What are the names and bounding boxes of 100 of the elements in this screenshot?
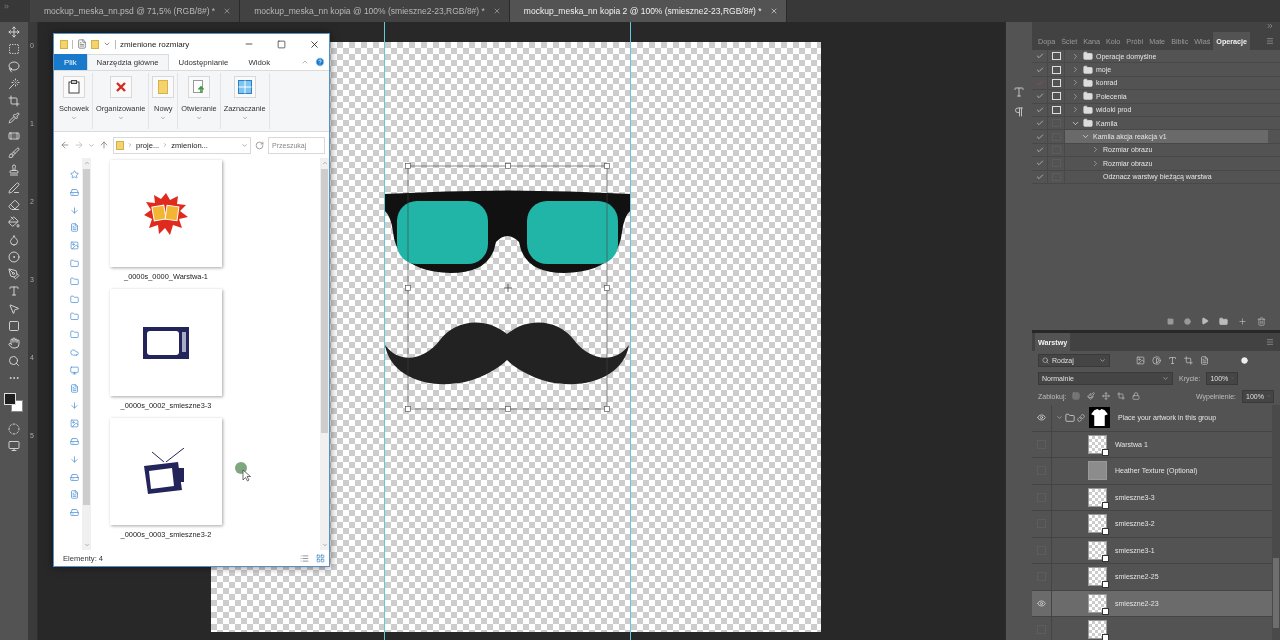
menu-icon[interactable] — [1266, 37, 1274, 45]
lock-artboard-icon[interactable] — [1117, 392, 1126, 400]
maximize-icon[interactable] — [277, 39, 286, 49]
folder-icon[interactable] — [70, 312, 79, 322]
document-icon[interactable] — [70, 383, 79, 393]
lock-pixels-icon[interactable] — [1072, 392, 1081, 400]
check-icon[interactable] — [1035, 119, 1044, 128]
chevron-right-icon[interactable] — [1091, 145, 1100, 155]
record-icon[interactable] — [1184, 317, 1191, 325]
check-icon[interactable] — [1035, 78, 1044, 87]
check-icon[interactable] — [1035, 172, 1044, 181]
drop-icon[interactable] — [8, 233, 20, 246]
caret-icon[interactable] — [195, 115, 202, 121]
chevron-right-icon[interactable] — [162, 142, 169, 148]
chevron-right-icon[interactable] — [1091, 158, 1100, 168]
bandage-icon[interactable] — [8, 129, 20, 142]
caret-icon[interactable] — [103, 40, 111, 48]
check-icon[interactable] — [1035, 52, 1044, 61]
refresh-icon[interactable] — [255, 140, 264, 150]
type-filter-icon[interactable] — [1168, 355, 1177, 365]
check-icon[interactable] — [1035, 92, 1044, 101]
move-icon[interactable] — [8, 26, 20, 38]
file-thumbnail[interactable] — [110, 418, 222, 525]
history-brush-icon[interactable] — [8, 181, 20, 194]
scroll-down-icon[interactable] — [83, 542, 90, 548]
document-tab[interactable]: mockup_meska_nn.psd @ 71,5% (RGB/8#) * — [30, 0, 241, 22]
tiles-view-icon[interactable] — [316, 553, 325, 563]
collapse-icon[interactable] — [1266, 22, 1274, 30]
crop-icon[interactable] — [8, 95, 20, 108]
help-icon[interactable] — [315, 57, 325, 67]
pointer-icon[interactable] — [8, 302, 20, 315]
scroll-up-icon[interactable] — [83, 160, 90, 166]
check-icon[interactable] — [1035, 65, 1044, 74]
recent-caret-icon[interactable] — [88, 141, 95, 149]
caret-icon[interactable] — [241, 141, 248, 149]
folder-icon[interactable] — [70, 276, 79, 286]
document-tab[interactable]: mockup_meska_nn kopia 2 @ 100% (smieszne2-23,RGB/8#) * — [509, 0, 787, 22]
lock-position-icon[interactable] — [1102, 392, 1111, 400]
pixel-filter-icon[interactable] — [1136, 355, 1145, 365]
scroll-down-icon[interactable] — [321, 542, 328, 548]
chevron-right-icon[interactable] — [1071, 78, 1080, 88]
new-action-icon[interactable] — [1238, 316, 1247, 326]
collapse-icon[interactable] — [3, 3, 10, 10]
type-tool-icon[interactable] — [8, 285, 20, 298]
drive-icon[interactable] — [70, 472, 79, 482]
drive-icon[interactable] — [70, 187, 79, 197]
check-icon[interactable] — [1035, 105, 1044, 114]
chevron-right-icon[interactable] — [1071, 51, 1080, 61]
magic-wand-icon[interactable] — [8, 77, 20, 90]
folder-icon[interactable] — [1219, 316, 1228, 326]
brush-icon[interactable] — [8, 147, 20, 160]
eraser-icon[interactable] — [8, 198, 20, 211]
back-icon[interactable] — [60, 140, 70, 150]
caret-icon[interactable] — [1099, 356, 1106, 364]
lasso-icon[interactable] — [8, 60, 20, 73]
lock-paint-icon[interactable] — [1087, 392, 1096, 400]
image-icon[interactable] — [70, 419, 79, 429]
forward-icon[interactable] — [74, 140, 84, 150]
hand-icon[interactable] — [8, 337, 20, 350]
document-icon[interactable] — [70, 490, 79, 500]
up-icon[interactable] — [99, 140, 109, 150]
paragraph-panel-icon[interactable] — [1013, 106, 1025, 118]
eye-icon[interactable] — [1037, 598, 1046, 608]
download-icon[interactable] — [70, 401, 79, 411]
folder-icon[interactable] — [70, 294, 79, 304]
check-icon[interactable] — [1035, 145, 1044, 154]
scrollbar[interactable] — [82, 158, 91, 550]
caret-icon[interactable] — [1162, 374, 1169, 382]
properties-icon[interactable] — [77, 39, 87, 49]
caret-icon[interactable] — [160, 115, 167, 121]
rectangle-icon[interactable] — [8, 320, 20, 333]
check-icon[interactable] — [1035, 159, 1044, 168]
drive-icon[interactable] — [70, 508, 79, 518]
file-thumbnail[interactable] — [110, 160, 222, 267]
chevron-down-icon[interactable] — [1056, 414, 1063, 422]
color-swatches-drawing[interactable] — [4, 393, 24, 414]
sponge-icon[interactable] — [8, 250, 20, 263]
adjustment-filter-icon[interactable] — [1152, 355, 1161, 365]
caret-icon[interactable] — [117, 115, 124, 121]
marquee-icon[interactable] — [8, 43, 20, 56]
screen-mode-icon[interactable] — [8, 439, 20, 452]
image-icon[interactable] — [70, 241, 79, 251]
scroll-up-icon[interactable] — [321, 160, 328, 166]
chevron-right-icon[interactable] — [1071, 65, 1080, 75]
scrollbar[interactable] — [320, 158, 329, 550]
smart-object-filter-icon[interactable] — [1200, 355, 1209, 365]
trash-icon[interactable] — [1257, 316, 1266, 326]
eyedropper-icon[interactable] — [8, 112, 20, 125]
folder-icon[interactable] — [70, 259, 79, 268]
menu-icon[interactable] — [1266, 338, 1274, 346]
chevron-right-icon[interactable] — [1071, 91, 1080, 101]
document-icon[interactable] — [70, 223, 79, 233]
star-icon[interactable] — [70, 170, 79, 179]
character-panel-icon[interactable] — [1013, 86, 1025, 98]
transform-box[interactable] — [406, 164, 610, 412]
pen-icon[interactable] — [8, 268, 20, 281]
document-tab[interactable]: mockup_meska_nn kopia @ 100% (smieszne2-23,RGB/8#) * — [240, 0, 510, 22]
folder-icon[interactable] — [70, 330, 79, 340]
caret-icon[interactable] — [71, 115, 77, 121]
download-icon[interactable] — [70, 454, 79, 464]
